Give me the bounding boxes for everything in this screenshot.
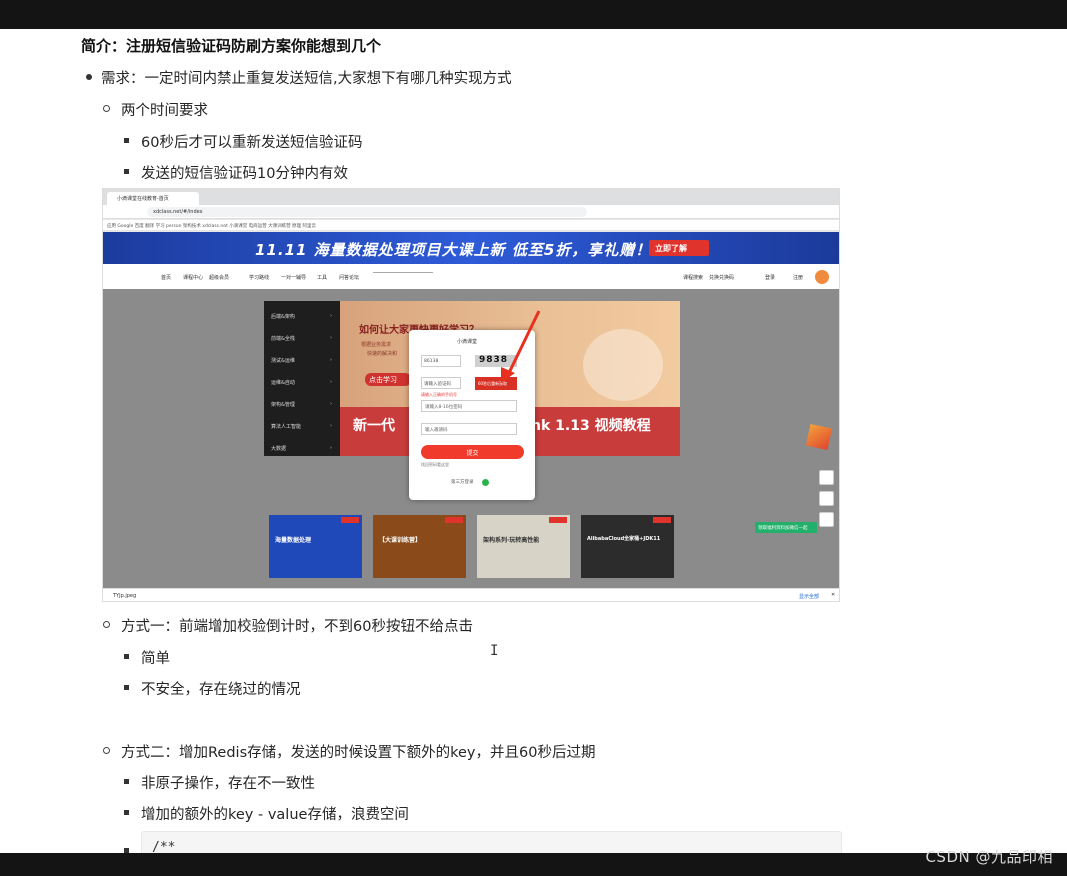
promo-banner: 11.11 海量数据处理项目大课上新 低至5折，享礼赠！ 立即了解 [103,232,839,264]
nav-item: 学习路线 [249,275,270,281]
time-req-1: 60秒后才可以重新发送短信验证码 [141,135,363,151]
top-window-bar [0,0,1067,29]
download-bar: TYJp.jpeg 显示全部 ✕ [103,588,839,601]
browser-tab: 小滴课堂在线教育-首页 [107,192,199,205]
bullet-circle [103,105,110,112]
nav-item: 问答论坛 [339,275,360,281]
bullet-square [124,654,129,659]
code-line: /** [152,840,176,853]
course-card: 架构系列·玩转高性能 [477,515,570,578]
nav-right-item: 课程搜索 [683,275,704,281]
card-badge [445,517,463,523]
csdn-watermark: CSDN @九品印相 [925,848,1053,866]
download-file-name: TYJp.jpeg [113,593,137,599]
download-show-all: 显示全部 [799,594,820,600]
url-field: xdclass.net/#/index [147,207,587,217]
document-page: 简介：注册短信验证码防刷方案你能想到几个 需求：一定时间内禁止重复发送短信,大家… [0,29,1067,853]
nav-right-item: 兑换兑换码 [709,275,735,281]
nav-search-line [373,272,433,273]
nav-right-item: 注册 [793,275,804,281]
card-badge [341,517,359,523]
method1-con: 不安全，存在绕过的情况 [141,682,301,698]
browser-tab-bar: 小滴课堂在线教育-首页 [103,189,839,205]
chat-icon [819,491,834,506]
method2-title: 方式二：增加Redis存储，发送的时候设置下额外的key，并且60秒后过期 [121,745,596,761]
green-pill: 领取福利资料加微信一起 [755,522,817,533]
bookmarks-bar: 应用 Google 百度 翻译 学习 person 架构技术 xdclass.n… [103,220,839,231]
course-card: 海量数据处理 [269,515,362,578]
bullet-circle [103,621,110,628]
code-block [141,831,842,853]
nav-right-item: 登录 [765,275,776,281]
course-card: AlibabaCloud全家桶+JDK11 [581,515,674,578]
method2-con2: 增加的额外的key - value存储，浪费空间 [141,807,409,823]
course-card-label: 架构系列·玩转高性能 [483,537,540,544]
nav-item: 超级会员 [209,275,230,281]
page-content-dimmed: 后端&架构 前端&全栈 测试&运维 运维&自动 架构&管理 算法人工智能 大数据… [103,289,839,601]
close-icon: ✕ [831,592,836,598]
arrow-shaft [506,310,541,376]
back-to-top-icon [819,512,834,527]
bullet-square [124,685,129,690]
nav-item: 课程中心 [183,275,204,281]
bullet-square [124,138,129,143]
nav-item: 一对一辅导 [281,275,307,281]
course-card-label: 【大课训练营】 [379,537,422,544]
qrcode-icon [819,470,834,485]
cube-mascot-icon [805,423,833,451]
banner-button: 立即了解 [649,240,709,256]
bullet-disc [86,74,92,80]
site-nav: 首页 课程中心 超级会员 学习路线 一对一辅导 工具 问答论坛 课程搜索 兑换兑… [103,264,839,289]
card-badge [653,517,671,523]
avatar [815,270,829,284]
bullet-circle [103,747,110,754]
requirement-text: 需求：一定时间内禁止重复发送短信,大家想下有哪几种实现方式 [101,71,512,87]
arrow-head [501,367,515,383]
nav-item: 工具 [317,275,328,281]
embedded-screenshot: 小滴课堂在线教育-首页 xdclass.net/#/index 应用 Googl… [102,188,840,602]
course-card-label: 海量数据处理 [275,537,312,544]
method2-con1: 非原子操作，存在不一致性 [141,776,315,792]
banner-text: 11.11 海量数据处理项目大课上新 低至5折，享礼赠！ [255,241,652,259]
red-arrow-icon [501,310,541,383]
card-badge [549,517,567,523]
bullet-square [124,169,129,174]
bullet-square [124,810,129,815]
bullet-square [124,779,129,784]
method1-pro: 简单 [141,651,170,667]
time-req-2: 发送的短信验证码10分钟内有效 [141,166,348,182]
time-req-title: 两个时间要求 [121,103,208,119]
course-card: 【大课训练营】 [373,515,466,578]
bottom-window-bar [0,853,1067,876]
doc-title: 简介：注册短信验证码防刷方案你能想到几个 [81,37,382,55]
nav-item: 首页 [161,275,172,281]
course-card-label: AlibabaCloud全家桶+JDK11 [587,536,661,542]
method1-title: 方式一：前端增加校验倒计时，不到60秒按钮不给点击 [121,619,473,635]
browser-address-bar: xdclass.net/#/index [103,205,839,219]
text-cursor-icon: I [490,643,499,659]
